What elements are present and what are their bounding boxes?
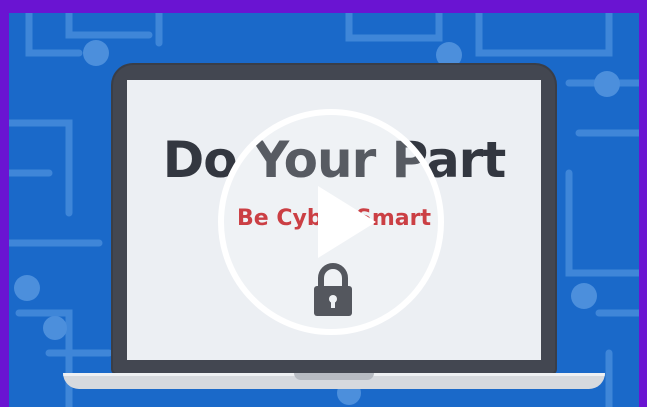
- play-button[interactable]: [218, 109, 444, 335]
- video-frame: Do Your Part Be Cyber Smart: [0, 0, 647, 407]
- video-thumbnail[interactable]: Do Your Part Be Cyber Smart: [9, 13, 639, 407]
- play-icon: [318, 186, 376, 258]
- laptop-notch: [294, 373, 374, 380]
